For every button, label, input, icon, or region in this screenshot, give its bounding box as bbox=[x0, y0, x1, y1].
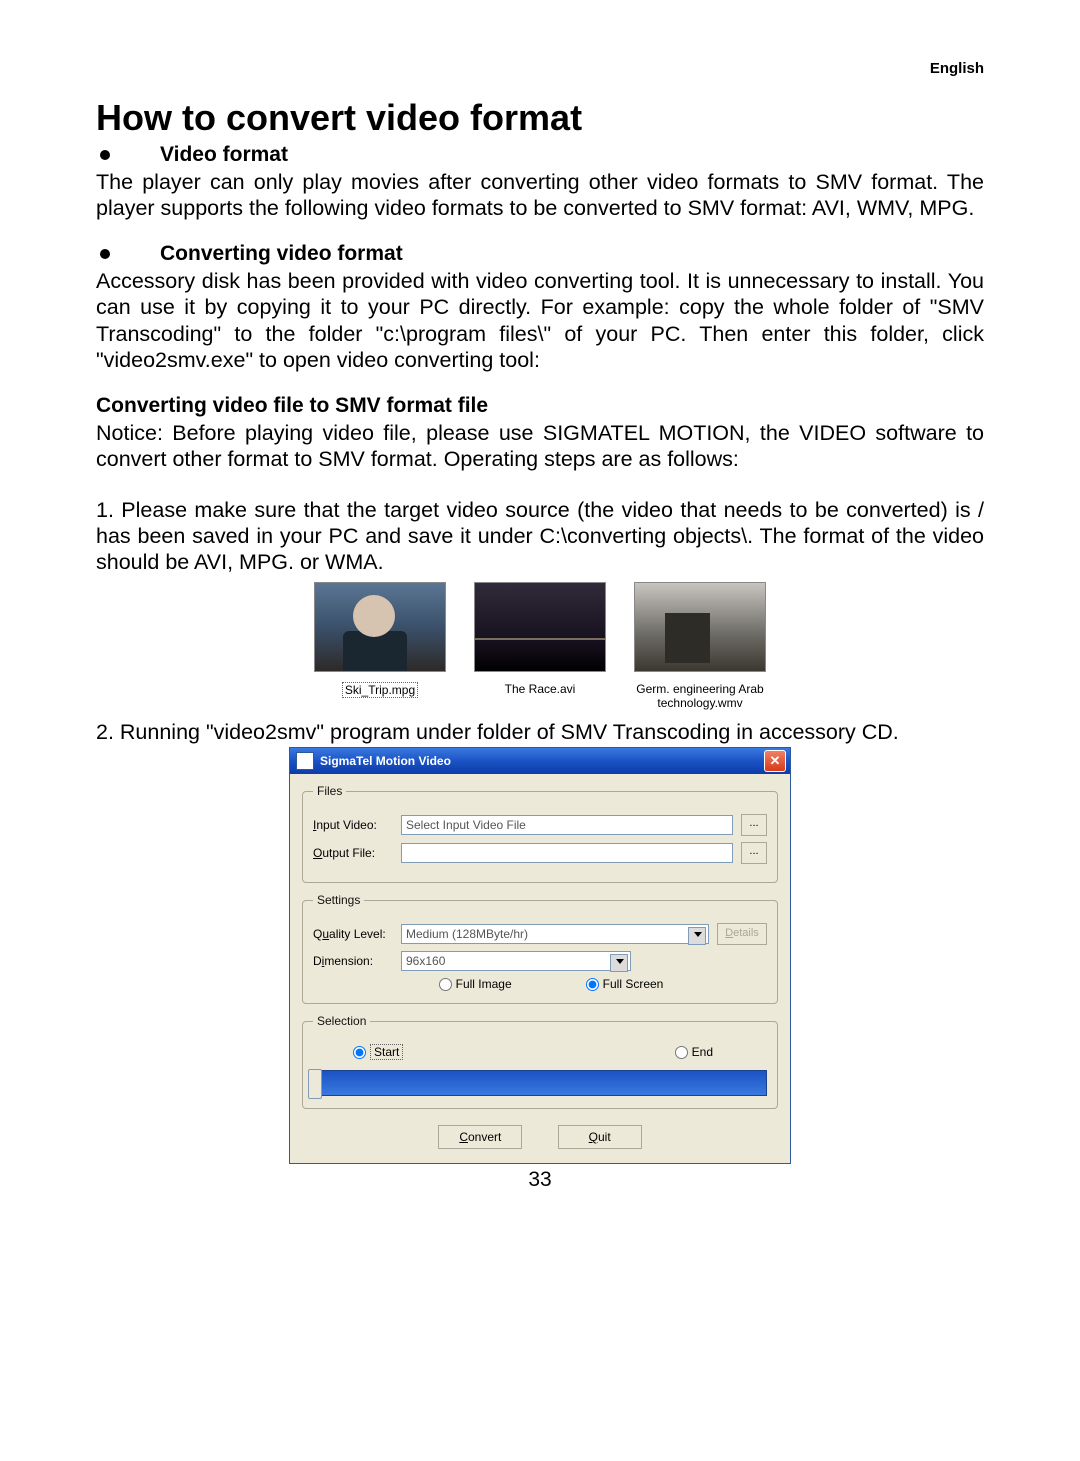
thumbnail-row: Ski_Trip.mpg The Race.avi Germ. engineer… bbox=[96, 582, 984, 711]
subheading-converting-file: Converting video file to SMV format file bbox=[96, 394, 984, 418]
settings-legend: Settings bbox=[313, 893, 364, 907]
page-title: How to convert video format bbox=[96, 97, 984, 139]
page-number: 33 bbox=[96, 1168, 984, 1192]
slider-thumb[interactable] bbox=[308, 1069, 322, 1099]
notice-text: Notice: Before playing video file, pleas… bbox=[96, 420, 984, 473]
radio-label: Full Image bbox=[456, 977, 512, 991]
details-button: Details bbox=[717, 923, 767, 945]
dimension-combo[interactable]: 96x160 bbox=[401, 951, 631, 971]
browse-input-button[interactable]: ... bbox=[741, 814, 767, 836]
input-video-label: Input Video: bbox=[313, 818, 393, 832]
thumbnail-label: Ski_Trip.mpg bbox=[342, 682, 418, 698]
end-radio[interactable]: End bbox=[675, 1045, 713, 1059]
convert-button[interactable]: Convert bbox=[438, 1125, 522, 1149]
browse-output-button[interactable]: ... bbox=[741, 842, 767, 864]
section-body: The player can only play movies after co… bbox=[96, 169, 984, 222]
quality-label: Quality Level: bbox=[313, 927, 393, 941]
section-heading-converting: Converting video format bbox=[96, 242, 984, 266]
output-file-label: Output File: bbox=[313, 846, 393, 860]
step-1: 1. Please make sure that the target vide… bbox=[96, 497, 984, 576]
output-file-field[interactable] bbox=[401, 843, 733, 863]
thumbnail-image bbox=[314, 582, 446, 672]
heading-text: Converting video format bbox=[160, 242, 403, 266]
thumbnail: Ski_Trip.mpg bbox=[310, 582, 450, 711]
quality-combo[interactable]: Medium (128MByte/hr) bbox=[401, 924, 709, 944]
close-icon[interactable]: ✕ bbox=[764, 750, 786, 772]
thumbnail-label: Germ. engineering Arab technology.wmv bbox=[636, 682, 763, 710]
section-body: Accessory disk has been provided with vi… bbox=[96, 268, 984, 374]
files-group: Files Input Video: ... Output File: ... bbox=[302, 784, 778, 883]
sigmatel-dialog: SigmaTel Motion Video ✕ Files Input Vide… bbox=[289, 747, 791, 1164]
chevron-down-icon bbox=[694, 932, 702, 937]
chevron-down-icon bbox=[616, 959, 624, 964]
dimension-value: 96x160 bbox=[406, 954, 445, 968]
quality-value: Medium (128MByte/hr) bbox=[406, 927, 528, 941]
heading-text: Video format bbox=[160, 143, 288, 167]
thumbnail: The Race.avi bbox=[470, 582, 610, 711]
selection-legend: Selection bbox=[313, 1014, 370, 1028]
radio-label: End bbox=[692, 1045, 713, 1059]
dimension-label: Dimension: bbox=[313, 954, 393, 968]
settings-group: Settings Quality Level: Medium (128MByte… bbox=[302, 893, 778, 1004]
quit-button[interactable]: Quit bbox=[558, 1125, 642, 1149]
thumbnail-label: The Race.avi bbox=[505, 682, 576, 696]
thumbnail-image bbox=[474, 582, 606, 672]
dialog-titlebar: SigmaTel Motion Video ✕ bbox=[290, 748, 790, 774]
input-video-field[interactable] bbox=[401, 815, 733, 835]
section-heading-video-format: Video format bbox=[96, 143, 984, 167]
bullet-icon bbox=[100, 150, 110, 160]
thumbnail: Germ. engineering Arab technology.wmv bbox=[630, 582, 770, 711]
radio-label: Start bbox=[370, 1044, 403, 1060]
bullet-icon bbox=[100, 249, 110, 259]
full-screen-radio[interactable]: Full Screen bbox=[586, 977, 664, 991]
step-2: 2. Running "video2smv" program under fol… bbox=[96, 719, 984, 745]
language-label: English bbox=[96, 60, 984, 77]
document-page: English How to convert video format Vide… bbox=[0, 0, 1080, 1222]
dialog-title: SigmaTel Motion Video bbox=[320, 754, 451, 768]
selection-group: Selection Start End bbox=[302, 1014, 778, 1109]
thumbnail-image bbox=[634, 582, 766, 672]
selection-slider[interactable] bbox=[313, 1070, 767, 1096]
full-image-radio[interactable]: Full Image bbox=[439, 977, 512, 991]
files-legend: Files bbox=[313, 784, 346, 798]
start-radio[interactable]: Start bbox=[353, 1044, 403, 1060]
radio-label: Full Screen bbox=[603, 977, 664, 991]
app-icon bbox=[296, 752, 314, 770]
